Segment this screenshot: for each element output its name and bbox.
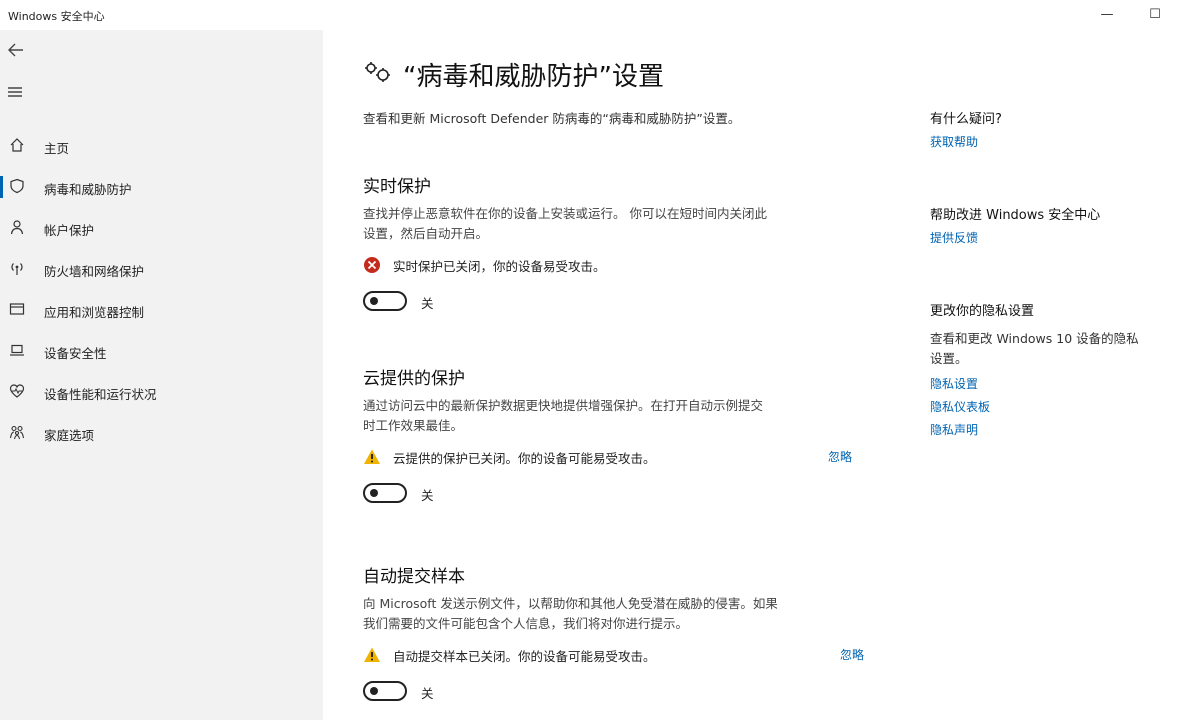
- ignore-link[interactable]: 忽略: [840, 646, 864, 663]
- privacy-block: 更改你的隐私设置 查看和更改 Windows 10 设备的隐私 设置。 隐私设置…: [930, 300, 1139, 438]
- warning-triangle-icon: [363, 448, 381, 466]
- warning-triangle-icon: [363, 646, 381, 664]
- laptop-icon: [8, 342, 26, 360]
- toggle-state-label: 关: [421, 296, 434, 311]
- sidebar-item-device-health[interactable]: 设备性能和运行状况: [0, 375, 323, 409]
- privacy-heading: 更改你的隐私设置: [930, 304, 1035, 319]
- gears-icon: [363, 60, 393, 88]
- toggle-knob: [370, 489, 378, 497]
- realtime-protection-section: 实时保护 查找并停止恶意软件在你的设备上安装或运行。 你可以在短时间内关闭此 设…: [363, 176, 883, 314]
- section-title: 实时保护: [363, 177, 431, 197]
- improve-heading: 帮助改进 Windows 安全中心: [930, 208, 1101, 223]
- toggle-knob: [370, 297, 378, 305]
- sidebar-item-label: 病毒和威胁防护: [44, 182, 132, 197]
- section-description-line: 通过访问云中的最新保护数据更快地提供增强保护。在打开自动示例提交: [363, 398, 764, 413]
- sidebar-item-app-browser-control[interactable]: 应用和浏览器控制: [0, 293, 323, 327]
- title-bar: Windows 安全中心 — ☐: [0, 0, 1192, 30]
- maximize-button[interactable]: ☐: [1140, 4, 1170, 26]
- section-description-line: 时工作效果最佳。: [363, 418, 464, 433]
- sidebar-item-family-options[interactable]: 家庭选项: [0, 416, 323, 450]
- ignore-link[interactable]: 忽略: [828, 448, 852, 465]
- section-title: 云提供的保护: [363, 369, 465, 389]
- person-icon: [8, 219, 26, 237]
- toggle-knob: [370, 687, 378, 695]
- toggle-row: 关: [363, 680, 883, 704]
- status-row: 实时保护已关闭，你的设备易受攻击。: [363, 254, 883, 276]
- section-title: 自动提交样本: [363, 567, 465, 587]
- toggle-state-label: 关: [421, 686, 434, 701]
- error-x-icon: [363, 256, 381, 274]
- back-arrow-icon[interactable]: [6, 40, 28, 62]
- status-text: 云提供的保护已关闭。你的设备可能易受攻击。: [393, 451, 656, 466]
- heart-pulse-icon: [8, 383, 26, 401]
- privacy-statement-link[interactable]: 隐私声明: [930, 421, 1139, 438]
- section-description-line: 设置，然后自动开启。: [363, 226, 489, 241]
- page-title: “病毒和威胁防护”设置: [403, 62, 664, 92]
- section-description-line: 向 Microsoft 发送示例文件，以帮助你和其他人免受潜在威胁的侵害。如果: [363, 596, 778, 611]
- status-row: 自动提交样本已关闭。你的设备可能易受攻击。 忽略: [363, 644, 883, 666]
- toggle-row: 关: [363, 482, 883, 506]
- get-help-link[interactable]: 获取帮助: [930, 133, 1002, 150]
- wifi-antenna-icon: [8, 260, 26, 278]
- family-icon: [8, 424, 26, 442]
- sidebar-item-device-security[interactable]: 设备安全性: [0, 334, 323, 368]
- sidebar-item-label: 家庭选项: [44, 428, 95, 443]
- help-heading: 有什么疑问?: [930, 112, 1002, 127]
- sidebar-item-label: 帐户保护: [44, 223, 95, 238]
- sidebar-item-account-protection[interactable]: 帐户保护: [0, 211, 323, 245]
- cloud-protection-section: 云提供的保护 通过访问云中的最新保护数据更快地提供增强保护。在打开自动示例提交 …: [363, 368, 883, 506]
- sidebar: 主页 病毒和威胁防护 帐户保护 防火墙和网络保护 应用和浏览器控制 设备安全性: [0, 30, 323, 720]
- privacy-text-line: 设置。: [930, 351, 968, 366]
- sample-submission-section: 自动提交样本 向 Microsoft 发送示例文件，以帮助你和其他人免受潜在威胁…: [363, 566, 883, 704]
- app-title: Windows 安全中心: [8, 10, 105, 23]
- sidebar-item-label: 主页: [44, 141, 70, 156]
- toggle-state-label: 关: [421, 488, 434, 503]
- privacy-text-line: 查看和更改 Windows 10 设备的隐私: [930, 331, 1139, 346]
- give-feedback-link[interactable]: 提供反馈: [930, 229, 1100, 246]
- improve-block: 帮助改进 Windows 安全中心 提供反馈: [930, 204, 1100, 246]
- sidebar-item-label: 设备安全性: [44, 346, 107, 361]
- help-block: 有什么疑问? 获取帮助: [930, 108, 1002, 150]
- sidebar-item-virus-protection[interactable]: 病毒和威胁防护: [0, 170, 323, 204]
- sidebar-item-home[interactable]: 主页: [0, 129, 323, 163]
- status-text: 实时保护已关闭，你的设备易受攻击。: [393, 259, 606, 274]
- privacy-dashboard-link[interactable]: 隐私仪表板: [930, 398, 1139, 415]
- page-description: 查看和更新 Microsoft Defender 防病毒的“病毒和威胁防护”设置…: [363, 111, 741, 126]
- browser-window-icon: [8, 301, 26, 319]
- status-text: 自动提交样本已关闭。你的设备可能易受攻击。: [393, 649, 656, 664]
- section-description-line: 查找并停止恶意软件在你的设备上安装或运行。 你可以在短时间内关闭此: [363, 206, 767, 221]
- sidebar-item-label: 设备性能和运行状况: [44, 387, 157, 402]
- privacy-settings-link[interactable]: 隐私设置: [930, 375, 1139, 392]
- sidebar-item-label: 应用和浏览器控制: [44, 305, 145, 320]
- sample-submission-toggle[interactable]: [363, 681, 407, 701]
- shield-icon: [8, 178, 26, 196]
- hamburger-menu-icon[interactable]: [6, 83, 28, 105]
- toggle-row: 关: [363, 290, 883, 314]
- sidebar-item-label: 防火墙和网络保护: [44, 264, 145, 279]
- section-description-line: 我们需要的文件可能包含个人信息，我们将对你进行提示。: [363, 616, 689, 631]
- sidebar-item-firewall[interactable]: 防火墙和网络保护: [0, 252, 323, 286]
- status-row: 云提供的保护已关闭。你的设备可能易受攻击。 忽略: [363, 446, 883, 468]
- cloud-protection-toggle[interactable]: [363, 483, 407, 503]
- realtime-protection-toggle[interactable]: [363, 291, 407, 311]
- main-content: “病毒和威胁防护”设置 查看和更新 Microsoft Defender 防病毒…: [323, 30, 1192, 720]
- minimize-button[interactable]: —: [1092, 4, 1122, 26]
- home-icon: [8, 137, 26, 155]
